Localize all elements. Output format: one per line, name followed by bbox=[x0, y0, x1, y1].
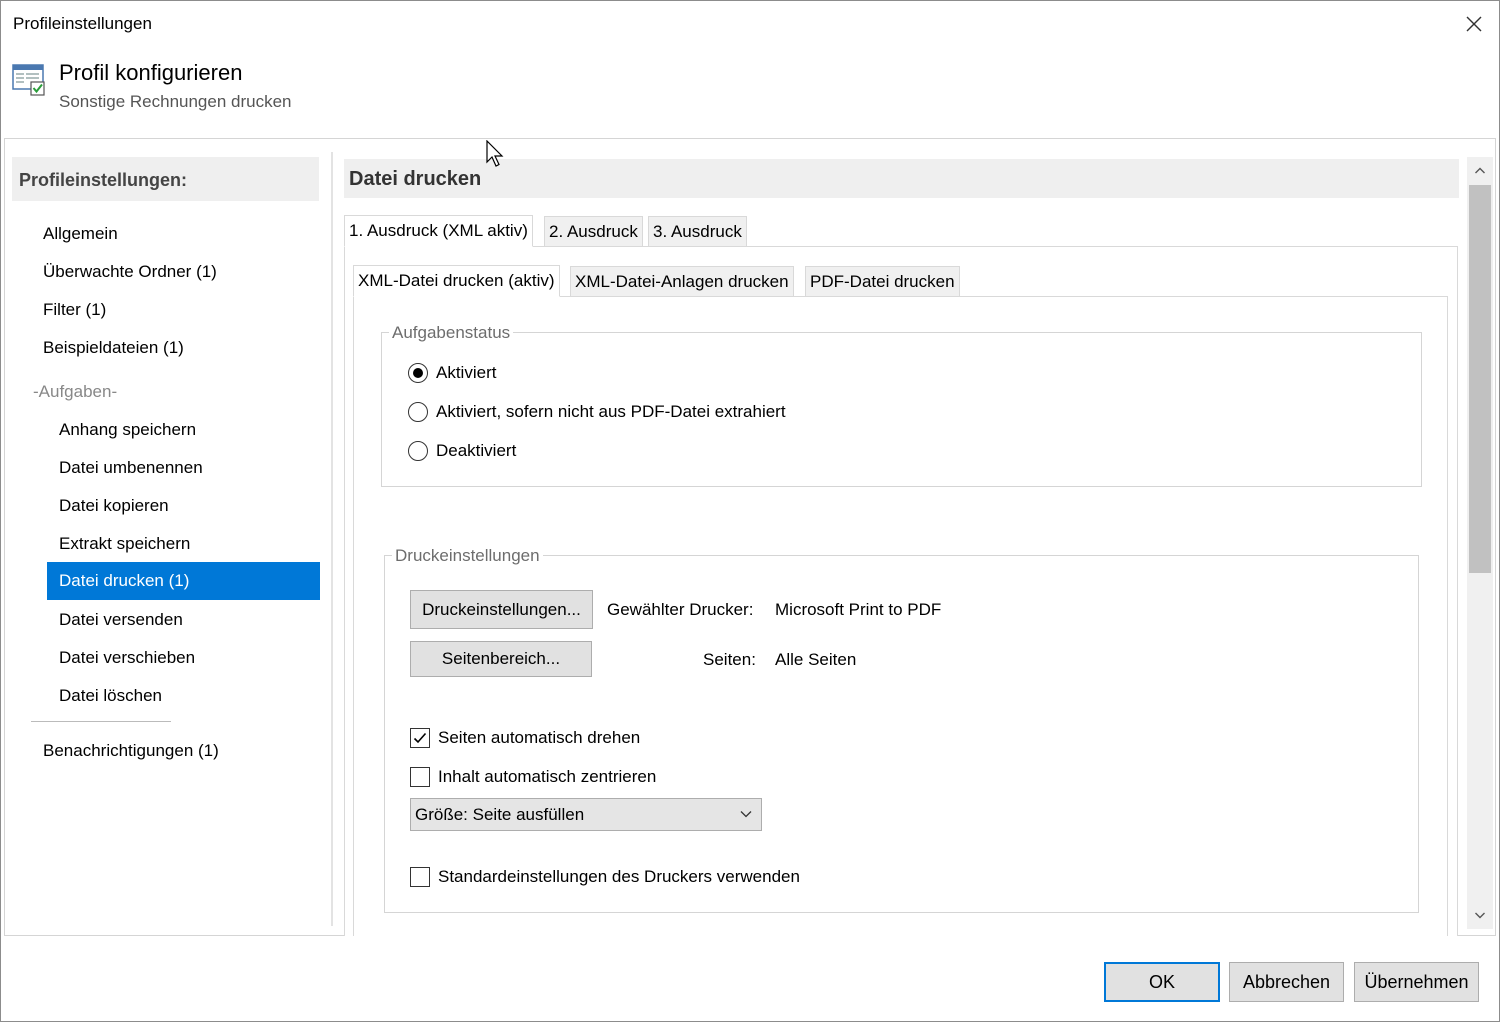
radio-selected-dot bbox=[413, 368, 423, 378]
size-dropdown[interactable]: Größe: Seite ausfüllen bbox=[410, 798, 762, 831]
checkbox-auto-rotate[interactable]: Seiten automatisch drehen bbox=[410, 728, 640, 748]
apply-button[interactable]: Übernehmen bbox=[1354, 962, 1479, 1002]
checkmark-icon bbox=[413, 732, 427, 744]
scroll-down-button[interactable] bbox=[1467, 901, 1493, 929]
sidebar-item-datei-verschieben[interactable]: Datei verschieben bbox=[59, 639, 195, 677]
printer-value: Microsoft Print to PDF bbox=[775, 600, 942, 619]
sidebar-divider bbox=[31, 721, 171, 722]
vertical-scrollbar[interactable] bbox=[1467, 157, 1493, 929]
print-settings-button[interactable]: Druckeinstellungen... bbox=[410, 590, 593, 629]
sidebar-item-allgemein[interactable]: Allgemein bbox=[43, 215, 118, 253]
radio-deaktiviert[interactable]: Deaktiviert bbox=[408, 441, 516, 461]
mouse-cursor-icon bbox=[486, 140, 504, 167]
sidebar-item-anhang-speichern[interactable]: Anhang speichern bbox=[59, 411, 196, 449]
splitter[interactable] bbox=[331, 152, 333, 926]
sidebar-item-datei-loeschen[interactable]: Datei löschen bbox=[59, 677, 162, 715]
tab-xml-anlagen-drucken[interactable]: XML-Datei-Anlagen drucken bbox=[570, 266, 794, 297]
radio-button[interactable] bbox=[408, 363, 428, 383]
radio-button[interactable] bbox=[408, 402, 428, 422]
tab-xml-datei-drucken[interactable]: XML-Datei drucken (aktiv) bbox=[353, 265, 560, 297]
radio-label: Aktiviert bbox=[436, 363, 497, 382]
sidebar: Profileinstellungen: Allgemein Überwacht… bbox=[12, 157, 320, 917]
checkbox-box[interactable] bbox=[410, 867, 430, 887]
print-group-label: Druckeinstellungen bbox=[392, 546, 543, 566]
sidebar-item-benachrichtigungen[interactable]: Benachrichtigungen (1) bbox=[43, 732, 219, 770]
checkbox-use-printer-defaults[interactable]: Standardeinstellungen des Druckers verwe… bbox=[410, 867, 800, 887]
pages-value: Alle Seiten bbox=[775, 650, 857, 669]
radio-label: Aktiviert, sofern nicht aus PDF-Datei ex… bbox=[436, 402, 786, 421]
sidebar-item-datei-umbenennen[interactable]: Datei umbenennen bbox=[59, 449, 203, 487]
checkbox-label: Standardeinstellungen des Druckers verwe… bbox=[438, 867, 800, 886]
sidebar-item-beispieldateien[interactable]: Beispieldateien (1) bbox=[43, 329, 184, 367]
ok-button[interactable]: OK bbox=[1104, 962, 1220, 1002]
tab-ausdruck-2[interactable]: 2. Ausdruck bbox=[544, 216, 643, 247]
page-title: Profil konfigurieren bbox=[59, 60, 243, 85]
sidebar-item-datei-versenden[interactable]: Datei versenden bbox=[59, 601, 183, 639]
checkbox-auto-center[interactable]: Inhalt automatisch zentrieren bbox=[410, 767, 656, 787]
sidebar-item-extrakt-speichern[interactable]: Extrakt speichern bbox=[59, 525, 190, 563]
page-range-button[interactable]: Seitenbereich... bbox=[410, 641, 592, 677]
cancel-button[interactable]: Abbrechen bbox=[1229, 962, 1344, 1002]
radio-aktiviert[interactable]: Aktiviert bbox=[408, 363, 496, 383]
tab-ausdruck-3[interactable]: 3. Ausdruck bbox=[648, 216, 747, 247]
checkbox-label: Inhalt automatisch zentrieren bbox=[438, 767, 657, 786]
checkbox-box[interactable] bbox=[410, 728, 430, 748]
chevron-up-icon bbox=[1475, 167, 1485, 174]
chevron-down-icon bbox=[1475, 912, 1485, 919]
sidebar-section-aufgaben: -Aufgaben- bbox=[33, 382, 118, 401]
sidebar-item-filter[interactable]: Filter (1) bbox=[43, 291, 106, 329]
sidebar-item-ueberwachte-ordner[interactable]: Überwachte Ordner (1) bbox=[43, 253, 217, 291]
printer-label: Gewählter Drucker: bbox=[607, 600, 754, 619]
sidebar-heading: Profileinstellungen: bbox=[12, 157, 319, 201]
status-group-label: Aufgabenstatus bbox=[389, 323, 514, 343]
checkbox-box[interactable] bbox=[410, 767, 430, 787]
tab-ausdruck-1[interactable]: 1. Ausdruck (XML aktiv) bbox=[344, 215, 533, 247]
sidebar-item-datei-drucken[interactable]: Datei drucken (1) bbox=[47, 562, 320, 600]
size-dropdown-value: Größe: Seite ausfüllen bbox=[415, 805, 585, 824]
page-subtitle: Sonstige Rechnungen drucken bbox=[59, 92, 292, 111]
section-heading: Datei drucken bbox=[344, 159, 1459, 198]
settings-window-icon bbox=[12, 64, 45, 96]
close-button[interactable] bbox=[1449, 1, 1499, 47]
radio-button[interactable] bbox=[408, 441, 428, 461]
dialog-header: Profil konfigurieren Sonstige Rechnungen… bbox=[1, 47, 1499, 139]
title-bar: Profileinstellungen bbox=[1, 1, 1499, 47]
chevron-down-icon bbox=[740, 811, 752, 818]
tab-pdf-datei-drucken[interactable]: PDF-Datei drucken bbox=[805, 266, 960, 297]
scroll-thumb[interactable] bbox=[1469, 185, 1491, 573]
radio-label: Deaktiviert bbox=[436, 441, 517, 460]
checkbox-label: Seiten automatisch drehen bbox=[438, 728, 641, 747]
pages-label: Seiten: bbox=[703, 650, 756, 669]
window-title: Profileinstellungen bbox=[13, 14, 152, 33]
close-icon bbox=[1466, 16, 1482, 32]
radio-aktiviert-sofern[interactable]: Aktiviert, sofern nicht aus PDF-Datei ex… bbox=[408, 402, 786, 422]
scroll-up-button[interactable] bbox=[1467, 157, 1493, 185]
sidebar-item-datei-kopieren[interactable]: Datei kopieren bbox=[59, 487, 169, 525]
